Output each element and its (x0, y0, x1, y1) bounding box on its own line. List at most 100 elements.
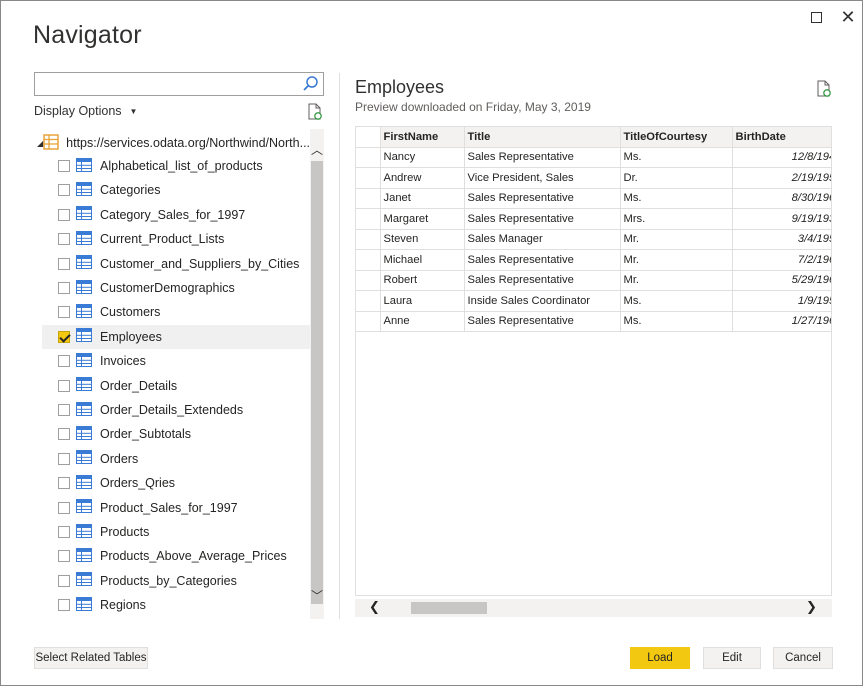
item-checkbox[interactable] (58, 477, 70, 490)
tree-item[interactable]: Alphabetical_list_of_products (42, 154, 310, 178)
tree-item[interactable]: Category_Sales_for_1997 (42, 203, 310, 227)
tree-item[interactable]: Employees (42, 324, 310, 349)
item-checkbox[interactable] (58, 574, 70, 587)
tree-item[interactable]: Orders_Qries (42, 471, 310, 495)
tree-item[interactable]: Products_Above_Average_Prices (42, 544, 310, 568)
scroll-down-icon[interactable]: ﹀ (311, 587, 323, 604)
search-input[interactable] (35, 73, 297, 95)
tree-item-label: Categories (100, 183, 161, 198)
tree-item[interactable]: Invoices (42, 349, 310, 373)
column-header[interactable]: Title (464, 127, 621, 148)
table-row: StevenSales ManagerMr.3/4/1955 12:00 (356, 229, 831, 250)
tree-item[interactable]: CustomerDemographics (42, 276, 310, 300)
column-header[interactable]: BirthDate (732, 127, 831, 148)
load-button[interactable]: Load (630, 647, 690, 669)
scroll-up-icon[interactable]: ︿ (311, 141, 323, 158)
tree-item[interactable]: Customer_and_Suppliers_by_Cities (42, 252, 310, 276)
tree-scrollbar[interactable]: ︿ ﹀ (310, 129, 324, 619)
tree-item-label: Products (100, 525, 150, 539)
tree-item-label: Regions (100, 598, 146, 613)
tree-item[interactable]: Categories (42, 178, 310, 202)
tree-root-node[interactable]: ◢ https://services.odata.org/Northwind/N… (34, 133, 310, 153)
table-icon (76, 523, 92, 541)
preview-horizontal-scrollbar[interactable]: ❮ ❯ (355, 599, 832, 617)
item-checkbox[interactable] (58, 160, 70, 172)
table-cell: Ms. (620, 147, 733, 168)
item-checkbox[interactable] (58, 379, 70, 392)
table-cell: Nancy (380, 147, 465, 168)
item-checkbox[interactable] (58, 233, 70, 246)
table-cell: Anne (380, 311, 465, 332)
item-checkbox[interactable] (58, 599, 70, 612)
table-icon (76, 181, 92, 199)
tree-item[interactable]: Regions (42, 593, 310, 617)
tree-item-label: Alphabetical_list_of_products (100, 159, 263, 173)
tree-item[interactable]: Order_Details_Extendeds (42, 398, 310, 422)
column-header[interactable]: FirstName (380, 127, 465, 148)
table-cell: Laura (380, 290, 465, 312)
refresh-icon[interactable] (307, 103, 323, 126)
column-header[interactable]: TitleOfCourtesy (620, 127, 733, 148)
search-icon[interactable] (302, 75, 320, 98)
item-checkbox[interactable] (58, 501, 70, 514)
tree-item[interactable]: Products (42, 520, 310, 544)
tree-item-label: Order_Details (100, 378, 178, 393)
table-cell: Steven (380, 229, 465, 250)
item-checkbox[interactable] (58, 257, 70, 270)
item-checkbox[interactable] (58, 428, 70, 441)
table-cell: Ms. (620, 188, 733, 209)
tree-item-label: Orders (100, 451, 139, 466)
display-options-dropdown[interactable]: Display Options ▼ (34, 104, 137, 118)
item-checkbox[interactable] (58, 355, 70, 368)
item-checkbox[interactable] (58, 404, 70, 416)
tree-item[interactable]: Order_Details (42, 374, 310, 398)
tree-item[interactable]: Customers (42, 300, 310, 324)
tree-item-label: CustomerDemographics (100, 281, 235, 295)
table-icon (76, 377, 92, 394)
scroll-left-icon[interactable]: ❮ (369, 599, 380, 615)
table-cell: Sales Representative (464, 270, 621, 291)
row-header (356, 167, 381, 189)
tree-item[interactable]: Products_by_Categories (42, 569, 310, 593)
table-row: AnneSales RepresentativeMs.1/27/1966 12:… (356, 311, 831, 332)
table-cell: Sales Manager (464, 229, 621, 250)
item-checkbox[interactable] (58, 306, 70, 319)
table-cell: Sales Representative (464, 249, 621, 271)
item-checkbox[interactable] (58, 526, 70, 538)
cancel-button[interactable]: Cancel (773, 647, 833, 669)
item-checkbox[interactable] (58, 550, 70, 563)
table-cell: 5/29/1960 12:00 (732, 270, 831, 291)
item-checkbox[interactable] (58, 282, 70, 294)
row-header (356, 249, 381, 271)
tree-item-label: Product_Sales_for_1997 (100, 500, 238, 515)
table-cell: Mr. (620, 270, 733, 291)
window-title: Navigator (33, 21, 142, 49)
tree-item[interactable]: Orders (42, 447, 310, 471)
table-cell: Andrew (380, 167, 465, 189)
item-checkbox[interactable] (58, 208, 70, 221)
tree-item[interactable]: Order_Subtotals (42, 422, 310, 446)
tree-item[interactable]: Current_Product_Lists (42, 227, 310, 251)
table-cell: Ms. (620, 311, 733, 332)
item-checkbox[interactable] (58, 452, 70, 465)
row-header (356, 311, 381, 332)
scrollbar-thumb[interactable] (311, 161, 323, 604)
select-related-tables-button[interactable]: Select Related Tables (34, 647, 148, 669)
table-row: NancySales RepresentativeMs.12/8/1948 12… (356, 147, 831, 168)
table-icon (76, 401, 92, 419)
table-cell: Michael (380, 249, 465, 271)
search-box[interactable] (34, 72, 324, 96)
edit-button[interactable]: Edit (703, 647, 761, 669)
refresh-preview-icon[interactable] (816, 80, 832, 103)
maximize-button[interactable] (803, 5, 829, 29)
scrollbar-thumb[interactable] (411, 602, 487, 614)
table-cell: 1/27/1966 12:00 (732, 311, 831, 332)
item-checkbox[interactable] (58, 330, 70, 343)
table-cell: Robert (380, 270, 465, 291)
close-button[interactable]: ✕ (835, 5, 861, 29)
table-row: MichaelSales RepresentativeMr.7/2/1963 1… (356, 249, 831, 271)
item-checkbox[interactable] (58, 184, 70, 197)
scroll-right-icon[interactable]: ❯ (806, 599, 817, 615)
tree-item[interactable]: Product_Sales_for_1997 (42, 496, 310, 520)
navigator-window: Navigator ✕ Display Options ▼ ◢ https://… (0, 0, 863, 686)
